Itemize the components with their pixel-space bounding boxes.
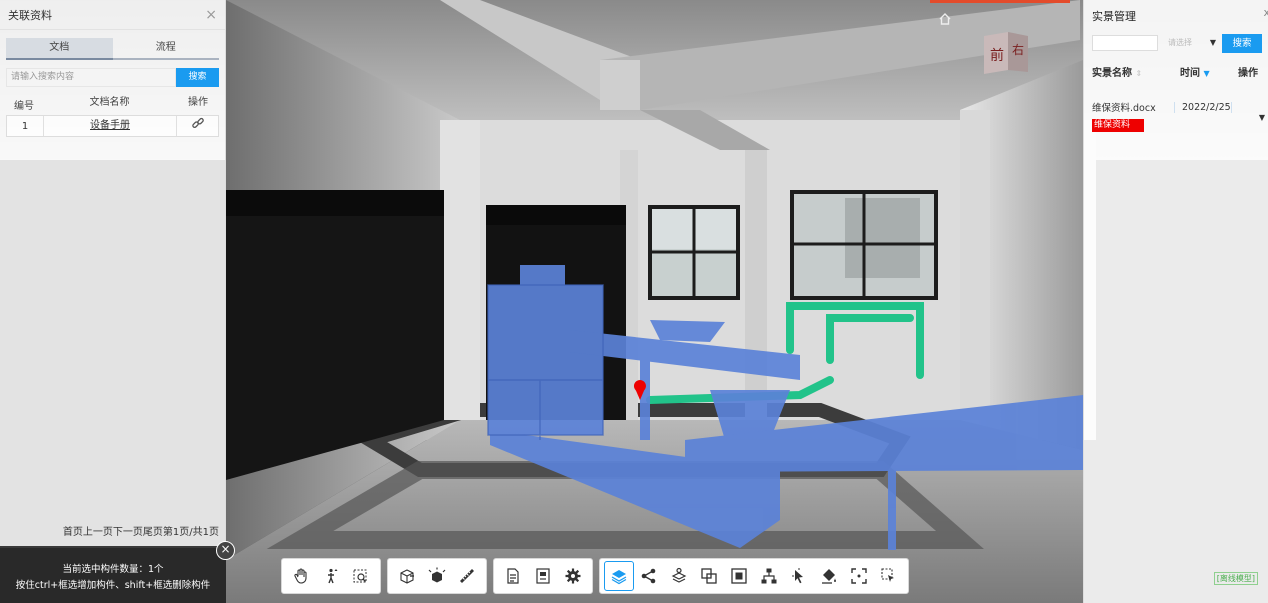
selection-status: 当前选中构件数量：1个 按住ctrl+框选增加构件、shift+框选删除构件 — [0, 548, 226, 603]
sort-icon[interactable]: ⇕ — [1135, 69, 1142, 78]
column-header-name: 文档名称 — [89, 97, 130, 108]
selection-count-text: 当前选中构件数量：1个 — [62, 564, 164, 575]
table-header-row: 编号 文档名称 操作 — [6, 93, 219, 115]
pager-last[interactable]: 尾页 — [143, 527, 163, 538]
category-tag[interactable]: 维保资料 — [1092, 119, 1144, 132]
pagination: 首页上一页下一页尾页第1页/共1页 — [63, 523, 219, 538]
close-icon[interactable]: × — [205, 7, 217, 23]
search-bar: 请输入搜索内容 搜索 — [6, 68, 219, 87]
explode-cube-icon[interactable] — [422, 561, 452, 591]
panel-title: 关联资料 — [8, 8, 52, 22]
column-header-number: 编号 — [14, 100, 34, 112]
frame-select-icon[interactable] — [844, 561, 874, 591]
section-box-icon[interactable] — [392, 561, 422, 591]
search-button[interactable]: 搜索 — [176, 68, 219, 87]
chevron-down-icon: ▼ — [1209, 38, 1216, 47]
search-input[interactable]: 请输入搜索内容 — [6, 68, 176, 87]
toolbar-group-model — [599, 558, 909, 594]
table-row: 1 设备手册 — [6, 115, 219, 137]
column-header-name-label: 实景名称 — [1092, 68, 1132, 79]
offline-model-link[interactable]: [离线模型] — [1213, 572, 1258, 585]
expand-caret-icon[interactable]: ▼ — [1259, 113, 1265, 122]
scene-name: 维保资料.docx — [1092, 103, 1156, 114]
scene-time: 2022/2/25 — [1174, 101, 1232, 113]
rotate-select-icon[interactable] — [874, 561, 904, 591]
pager-prev[interactable]: 上一页 — [83, 527, 113, 538]
overlap-icon[interactable] — [694, 561, 724, 591]
pan-hand-icon[interactable] — [286, 561, 316, 591]
viewer-toolbar — [281, 558, 909, 594]
related-materials-panel: 关联资料 × 文档 流程 请输入搜索内容 搜索 编号 文档名称 操作 1 设备手… — [0, 0, 226, 546]
view-cube[interactable]: 前 右 — [982, 30, 1030, 76]
scene-management-panel: 实景管理 x 请选择 ▼ 搜索 实景名称 ⇕ 时间 ▼ 操作 维保资料.docx … — [1083, 0, 1268, 603]
settings-gear-icon[interactable] — [558, 561, 588, 591]
top-accent-bar — [930, 0, 1070, 3]
properties-doc-icon[interactable] — [498, 561, 528, 591]
pager-next[interactable]: 下一页 — [113, 527, 143, 538]
documents-table: 编号 文档名称 操作 1 设备手册 — [6, 93, 219, 137]
toolbar-group-tools — [387, 558, 487, 594]
hierarchy-icon[interactable] — [754, 561, 784, 591]
bim-viewer-app: 前 右 关联资料 × 文档 流程 请输入搜索内容 搜索 编号 文档名称 操作 1… — [0, 0, 1268, 603]
table-row[interactable]: 维保资料.docx 2022/2/25 — [1092, 97, 1268, 117]
share-icon[interactable] — [634, 561, 664, 591]
row-action-cell — [176, 116, 218, 136]
sort-desc-icon[interactable]: ▼ — [1203, 69, 1209, 78]
panel-header: 实景管理 x — [1084, 0, 1268, 32]
tab-documents[interactable]: 文档 — [6, 38, 113, 60]
toolbar-group-info — [493, 558, 593, 594]
measure-ruler-icon[interactable] — [452, 561, 482, 591]
zoom-extents-icon[interactable] — [346, 561, 376, 591]
toolbar-group-navigation — [281, 558, 381, 594]
row-number: 1 — [21, 120, 29, 132]
pager-info: 第1页/共1页 — [162, 527, 219, 538]
view-cube-front-label: 前 — [990, 47, 1004, 64]
selection-hint-text: 按住ctrl+框选增加构件、shift+框选删除构件 — [15, 580, 211, 591]
search-input[interactable] — [1092, 35, 1158, 51]
link-icon[interactable] — [191, 116, 205, 138]
row-name-cell: 设备手册 — [43, 116, 176, 136]
view-cube-right-label: 右 — [1012, 42, 1024, 57]
pager-first[interactable]: 首页 — [63, 527, 83, 538]
close-icon[interactable]: x — [1263, 6, 1268, 19]
tree-layers-icon[interactable] — [664, 561, 694, 591]
column-header-time-label: 时间 — [1180, 68, 1200, 79]
layers-icon[interactable] — [604, 561, 634, 591]
home-icon[interactable] — [938, 12, 952, 29]
select-placeholder: 请选择 — [1168, 38, 1192, 47]
panel-title: 实景管理 — [1092, 10, 1136, 23]
panel-header: 关联资料 × — [0, 0, 225, 30]
fill-bucket-icon[interactable] — [814, 561, 844, 591]
column-header-action: 操作 — [1238, 68, 1258, 79]
cursor-move-icon[interactable] — [784, 561, 814, 591]
document-link[interactable]: 设备手册 — [90, 120, 130, 131]
info-panel-icon[interactable] — [528, 561, 558, 591]
search-button[interactable]: 搜索 — [1222, 33, 1262, 53]
type-select[interactable]: 请选择 ▼ — [1158, 35, 1218, 51]
search-bar: 请选择 ▼ 搜索 — [1092, 33, 1266, 53]
column-header-time[interactable]: 时间 ▼ — [1180, 64, 1238, 79]
walk-person-icon[interactable] — [316, 561, 346, 591]
table-header-row: 实景名称 ⇕ 时间 ▼ 操作 — [1092, 64, 1268, 79]
tab-bar: 文档 流程 — [6, 38, 219, 60]
close-status-icon[interactable]: × — [216, 541, 235, 560]
column-header-name[interactable]: 实景名称 ⇕ — [1092, 64, 1180, 79]
column-header-action: 操作 — [188, 97, 208, 108]
isolate-cube-icon[interactable] — [724, 561, 754, 591]
tab-workflow[interactable]: 流程 — [112, 38, 219, 60]
